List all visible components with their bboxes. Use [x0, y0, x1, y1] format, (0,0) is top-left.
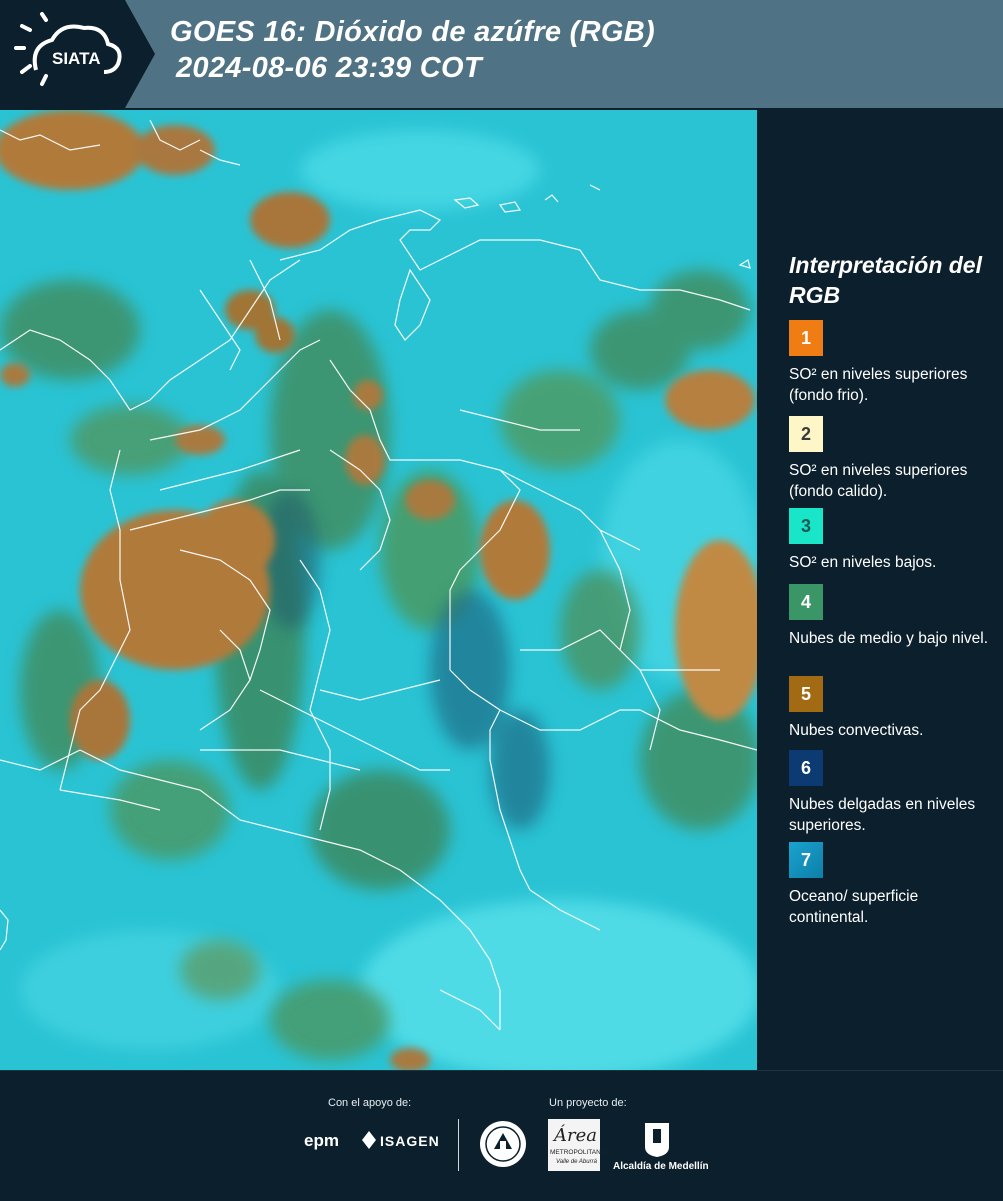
legend-label-1: SO² en niveles superiores (fondo frio).: [789, 366, 968, 404]
epm-logo: epm: [304, 1131, 339, 1150]
siata-logo: SIATA: [0, 0, 155, 108]
legend-label-3: SO² en niveles bajos.: [789, 554, 937, 571]
legend-item-3: 3 SO² en niveles bajos.: [789, 508, 999, 573]
title-timestamp: 2024-08-06 23:39 COT: [176, 52, 482, 84]
medellin-seal-icon: [478, 1119, 528, 1174]
legend-item-1: 1 SO² en niveles superiores (fondo frio)…: [789, 320, 999, 406]
legend-item-4: 4 Nubes de medio y bajo nivel.: [789, 584, 999, 649]
legend-item-6: 6 Nubes delgadas en niveles superiores.: [789, 750, 999, 836]
legend-title: Interpretación del RGB: [789, 252, 982, 308]
legend-label-4: Nubes de medio y bajo nivel.: [789, 630, 989, 647]
legend-swatch-5: 5: [789, 676, 823, 712]
legend-swatch-6: 6: [789, 750, 823, 786]
project-label: Un proyecto de:: [549, 1097, 627, 1109]
legend-swatch-2: 2: [789, 416, 823, 452]
alcaldia-label: Alcaldía de Medellín: [613, 1161, 709, 1172]
area-metropolitana-logo: Área METROPOLITANA Valle de Aburrá: [548, 1119, 605, 1171]
legend-panel: Interpretación del RGB 1 SO² en niveles …: [762, 110, 1003, 1070]
legend-swatch-3: 3: [789, 508, 823, 544]
legend-item-5: 5 Nubes convectivas.: [789, 676, 999, 741]
legend-item-7: 7 Oceano/ superficie continental.: [789, 842, 999, 928]
support-label: Con el apoyo de:: [328, 1097, 412, 1109]
legend-label-5: Nubes convectivas.: [789, 722, 924, 739]
legend-swatch-4: 4: [789, 584, 823, 620]
legend-label-7: Oceano/ superficie continental.: [789, 888, 919, 926]
area-logo-word: Área: [554, 1125, 597, 1146]
legend-swatch-7: 7: [789, 842, 823, 878]
area-logo-sub2: Valle de Aburrá: [556, 1159, 597, 1165]
isagen-logo-icon: [362, 1131, 376, 1154]
area-logo-sub1: METROPOLITANA: [550, 1149, 606, 1156]
legend-label-6: Nubes delgadas en niveles superiores.: [789, 796, 976, 834]
header-band: SIATA GOES 16: Dióxido de azúfre (RGB) 2…: [0, 0, 1003, 108]
isagen-logo: ISAGEN: [380, 1133, 440, 1149]
satellite-map[interactable]: [0, 110, 757, 1070]
legend-swatch-1: 1: [789, 320, 823, 356]
siata-logo-text: SIATA: [52, 49, 100, 68]
legend-label-2: SO² en niveles superiores (fondo calido)…: [789, 462, 968, 500]
title-line-1: GOES 16: Dióxido de azúfre (RGB): [170, 16, 655, 48]
alcaldia-shield-icon: [643, 1121, 671, 1164]
footer: Con el apoyo de: Un proyecto de: epm ISA…: [0, 1070, 1003, 1201]
page-title: GOES 16: Dióxido de azúfre (RGB) 2024-08…: [170, 14, 655, 86]
footer-divider: [458, 1119, 459, 1171]
legend-item-2: 2 SO² en niveles superiores (fondo calid…: [789, 416, 999, 502]
